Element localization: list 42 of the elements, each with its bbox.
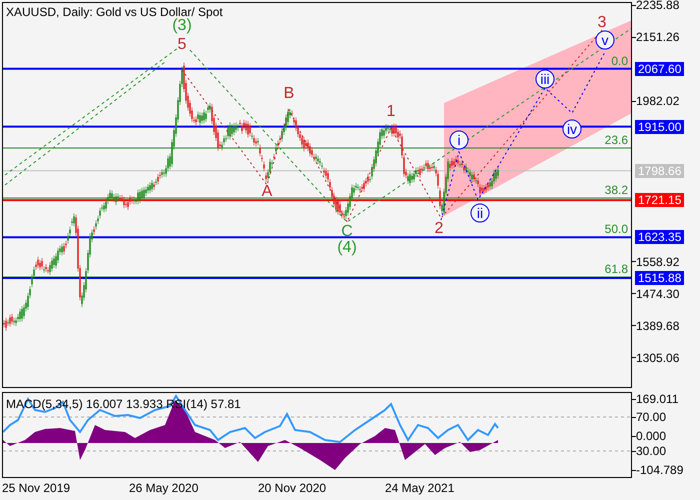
wave-label: (4) [337,239,357,256]
indicator-axis-label: -104.789 [636,463,684,477]
wave-label: v [596,30,614,50]
wave-label: 1 [386,103,396,120]
price-level-badge: 1721.15 [635,193,684,208]
wave-label: 2 [434,220,444,237]
wave-label: ii [470,204,490,222]
price-axis-label: 1474.30 [636,286,680,301]
wave-label: iii [536,70,554,88]
price-axis-label: 1558.92 [636,254,680,269]
price-level-badge: 2067.60 [635,62,684,76]
price-axis-label: 1389.68 [636,318,680,333]
price-axis-label: 1982.02 [636,94,680,108]
fibonacci-level-label: 23.6 [604,133,628,147]
chart-title: XAUUSD, Daily: Gold vs US Dollar/ Spot [6,5,223,19]
date-axis-label: 26 May 2020 [129,481,198,495]
indicator-axis-label: 169.011 [636,392,678,406]
date-axis-label: 20 Nov 2020 [258,481,326,495]
indicator-axis-label: 70.00 [636,410,666,424]
price-axis-label: 1305.06 [636,350,680,365]
wave-label: 3 [598,14,606,31]
price-level-badge: 1515.88 [635,271,684,286]
wave-label: B [284,85,294,102]
date-axis-label: 24 May 2021 [385,481,454,495]
wave-label: C [341,223,353,240]
price-level-badge: 1915.00 [635,120,684,134]
wave-label: 5 [178,36,186,53]
price-level-badge: 1623.35 [635,230,684,244]
wave-label: i [450,130,468,150]
price-level-badge: 1798.66 [635,164,684,178]
fibonacci-level-label: 50.0 [604,222,628,236]
fibonacci-level-label: 0.0 [611,54,628,68]
indicator-axis-label: 30.00 [636,444,666,458]
date-axis-label: 25 Nov 2019 [2,481,70,495]
wave-label: (3) [172,17,192,34]
wave-label: iv [562,120,582,138]
price-axis-label: 2235.88 [636,0,680,12]
fibonacci-level-label: 38.2 [604,183,628,197]
price-axis-label: 2151.26 [636,30,680,44]
indicator-axis-label: 0.000 [636,429,666,443]
fibonacci-level-label: 61.8 [604,262,628,276]
wave-label: A [262,183,272,200]
